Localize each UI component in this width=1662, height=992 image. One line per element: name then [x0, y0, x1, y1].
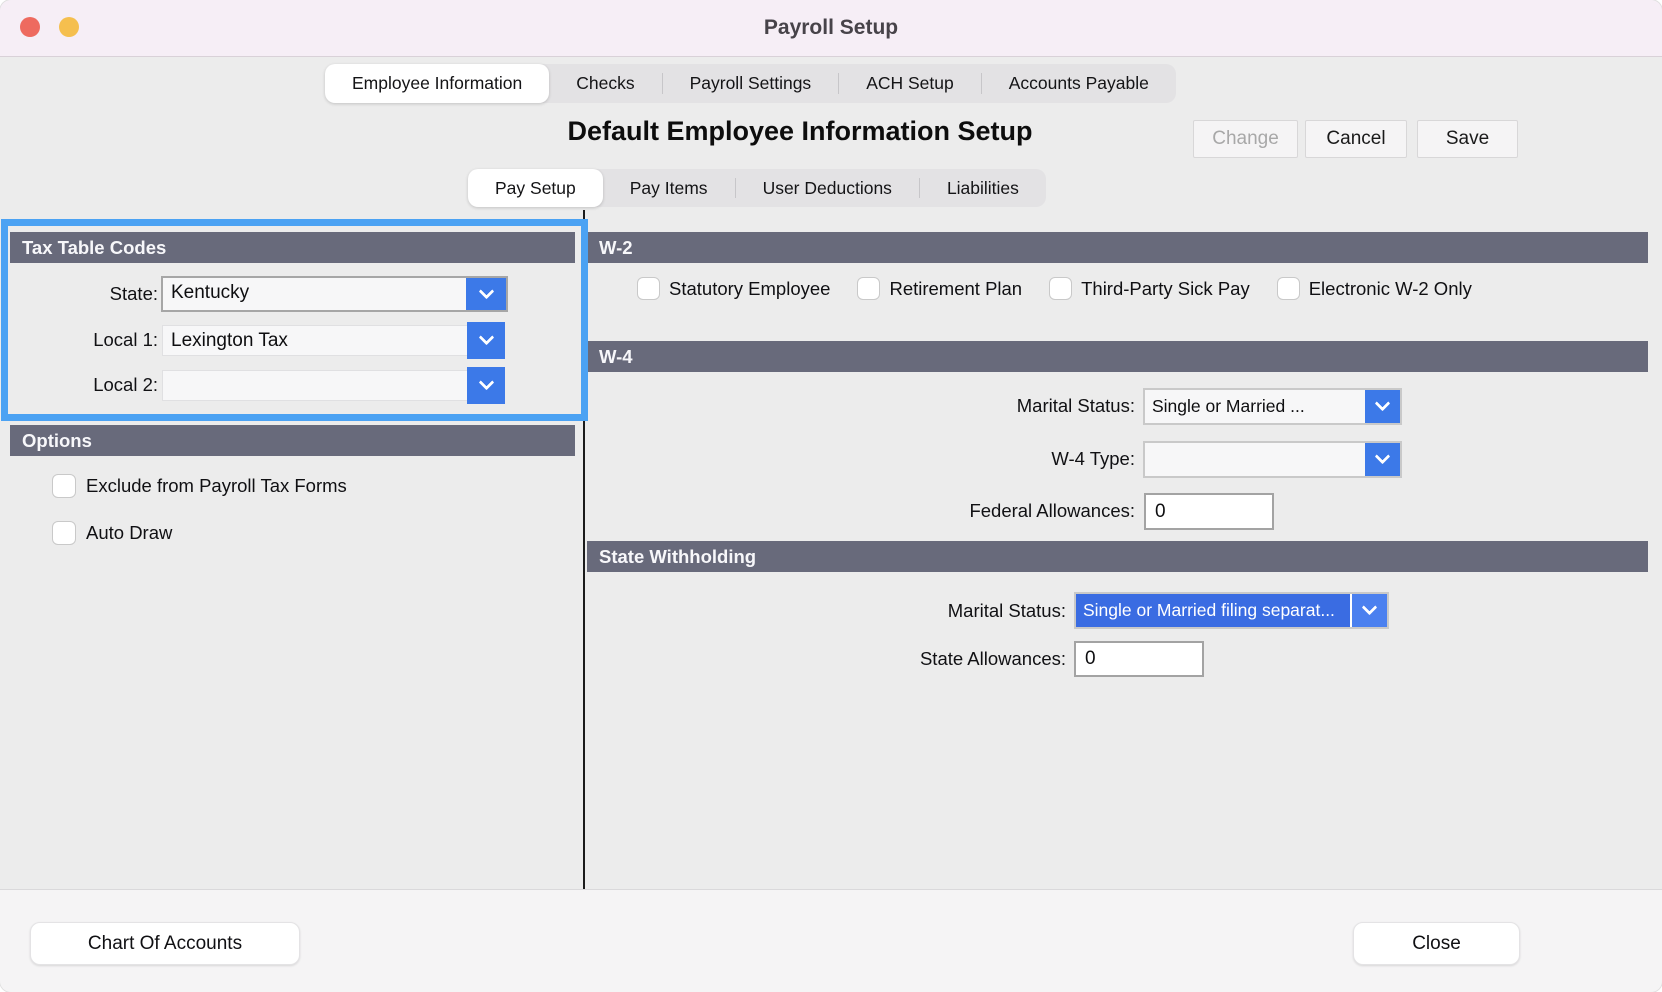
footer-bar: Chart Of Accounts Close — [0, 889, 1662, 992]
chevron-down-icon — [1375, 449, 1391, 465]
state-marital-status-combobox[interactable]: Single or Married filing separat... — [1074, 592, 1389, 629]
w4-marital-status-label: Marital Status: — [800, 395, 1135, 417]
w4-header: W-4 — [587, 341, 1648, 372]
checkbox-label: Auto Draw — [86, 522, 172, 544]
w2-checkbox-row: Statutory Employee Retirement Plan Third… — [637, 277, 1472, 300]
main-content: Tax Table Codes State: Kentucky Local 1:… — [0, 210, 1662, 889]
tab-ach-setup[interactable]: ACH Setup — [839, 64, 981, 103]
page-title: Default Employee Information Setup — [400, 116, 1200, 147]
w4-marital-status-value: Single or Married ... — [1145, 390, 1365, 423]
w4-type-value — [1145, 443, 1365, 476]
w4-marital-status-combobox[interactable]: Single or Married ... — [1143, 388, 1402, 425]
change-button[interactable]: Change — [1193, 120, 1298, 158]
state-marital-status-value: Single or Married filing separat... — [1076, 594, 1352, 627]
exclude-payroll-tax-forms-checkbox[interactable] — [52, 474, 76, 498]
options-header: Options — [10, 425, 575, 456]
checkbox-item: Electronic W-2 Only — [1277, 277, 1472, 300]
tab-accounts-payable[interactable]: Accounts Payable — [982, 64, 1176, 103]
tab-pay-items[interactable]: Pay Items — [603, 169, 735, 207]
chevron-down-icon — [478, 283, 494, 299]
panel-divider — [583, 210, 585, 889]
state-combobox-value: Kentucky — [163, 278, 466, 310]
tab-liabilities[interactable]: Liabilities — [920, 169, 1046, 207]
w2-header: W-2 — [587, 232, 1648, 263]
checkbox-label: Electronic W-2 Only — [1309, 278, 1472, 300]
checkbox-item: Third-Party Sick Pay — [1049, 277, 1250, 300]
checkbox-item: Statutory Employee — [637, 277, 830, 300]
state-combobox[interactable]: Kentucky — [161, 276, 508, 312]
chart-of-accounts-button[interactable]: Chart Of Accounts — [30, 922, 300, 965]
checkbox-label: Statutory Employee — [669, 278, 830, 300]
state-marital-status-label: Marital Status: — [666, 600, 1066, 622]
checkbox-label: Third-Party Sick Pay — [1081, 278, 1250, 300]
local1-dropdown-button[interactable] — [467, 322, 505, 359]
w4-type-combobox[interactable] — [1143, 441, 1402, 478]
checkbox-row: Exclude from Payroll Tax Forms — [52, 474, 347, 498]
federal-allowances-label: Federal Allowances: — [735, 500, 1135, 522]
cancel-button[interactable]: Cancel — [1305, 120, 1407, 158]
state-allowances-input[interactable]: 0 — [1074, 641, 1204, 677]
state-marital-dropdown-button[interactable] — [1352, 594, 1387, 627]
main-tab-bar: Employee Information Checks Payroll Sett… — [325, 64, 1176, 103]
local2-label: Local 2: — [0, 374, 158, 396]
w4-type-dropdown-button[interactable] — [1365, 443, 1400, 476]
window-title: Payroll Setup — [0, 0, 1662, 57]
tab-user-deductions[interactable]: User Deductions — [736, 169, 919, 207]
auto-draw-checkbox[interactable] — [52, 521, 76, 545]
retirement-plan-checkbox[interactable] — [857, 277, 880, 300]
payroll-setup-window: Payroll Setup Employee Information Check… — [0, 0, 1662, 992]
tab-payroll-settings[interactable]: Payroll Settings — [663, 64, 839, 103]
local1-combobox[interactable]: Lexington Tax — [162, 325, 468, 356]
third-party-sick-pay-checkbox[interactable] — [1049, 277, 1072, 300]
close-button[interactable]: Close — [1353, 922, 1520, 965]
local2-dropdown-button[interactable] — [467, 367, 505, 404]
chevron-down-icon — [478, 375, 494, 391]
checkbox-label: Exclude from Payroll Tax Forms — [86, 475, 347, 497]
w4-marital-dropdown-button[interactable] — [1365, 390, 1400, 423]
chevron-down-icon — [1362, 600, 1378, 616]
save-button[interactable]: Save — [1417, 120, 1518, 158]
federal-allowances-input[interactable]: 0 — [1144, 493, 1274, 530]
electronic-w2-only-checkbox[interactable] — [1277, 277, 1300, 300]
chevron-down-icon — [1375, 396, 1391, 412]
chevron-down-icon — [478, 330, 494, 346]
tab-pay-setup[interactable]: Pay Setup — [468, 169, 603, 207]
sub-tab-bar: Pay Setup Pay Items User Deductions Liab… — [468, 169, 1046, 207]
tab-employee-information[interactable]: Employee Information — [325, 64, 549, 103]
w4-type-label: W-4 Type: — [800, 448, 1135, 470]
tab-checks[interactable]: Checks — [549, 64, 661, 103]
title-bar: Payroll Setup — [0, 0, 1662, 57]
statutory-employee-checkbox[interactable] — [637, 277, 660, 300]
tax-table-codes-header: Tax Table Codes — [10, 232, 575, 263]
local1-label: Local 1: — [0, 329, 158, 351]
state-label: State: — [0, 283, 158, 305]
checkbox-item: Retirement Plan — [857, 277, 1022, 300]
state-withholding-header: State Withholding — [587, 541, 1648, 572]
checkbox-row: Auto Draw — [52, 521, 172, 545]
checkbox-label: Retirement Plan — [889, 278, 1022, 300]
state-dropdown-button[interactable] — [466, 278, 506, 310]
state-allowances-label: State Allowances: — [666, 648, 1066, 670]
local2-combobox[interactable] — [162, 370, 468, 401]
